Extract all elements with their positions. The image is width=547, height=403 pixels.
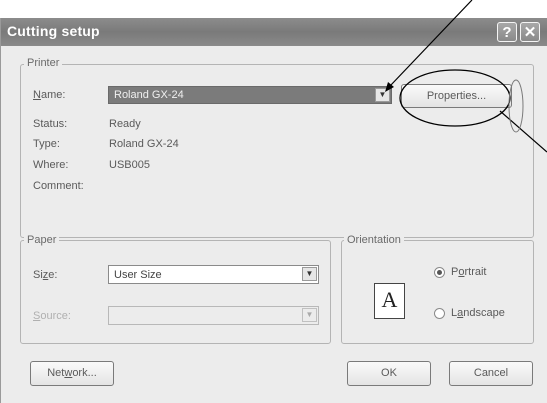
callout-ellipse-properties bbox=[399, 69, 511, 127]
annotation-overlay bbox=[385, 0, 547, 153]
callout-line-properties bbox=[499, 110, 547, 153]
